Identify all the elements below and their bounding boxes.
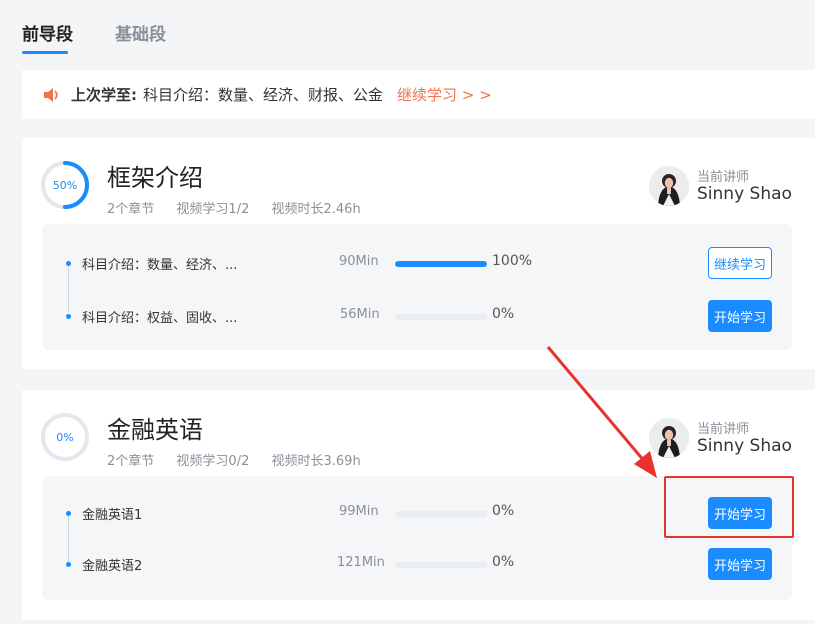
chapter-row: 科目介绍：权益、固收、... 56Min 0% 开始学习 <box>42 296 792 336</box>
progress-text: 0% <box>492 503 515 519</box>
course-meta: 2个章节 视频学习0/2 视频时长3.69h <box>107 450 379 469</box>
chapter-title[interactable]: 科目介绍：数量、经济、... <box>82 254 237 273</box>
course-card: 50% 框架介绍 2个章节 视频学习1/2 视频时长2.46h 当前讲师 Sin… <box>22 138 815 369</box>
teacher-label: 当前讲师 <box>697 422 750 437</box>
chapter-row: 金融英语2 121Min 0% 开始学习 <box>42 544 792 584</box>
active-tab-indicator <box>22 51 68 54</box>
video-duration: 视频时长3.69h <box>271 454 361 469</box>
progress-text: 0% <box>492 554 515 570</box>
progress-text: 100% <box>492 253 533 269</box>
chapters-count: 2个章节 <box>107 454 155 469</box>
speaker-icon <box>44 87 58 102</box>
tab-foundation[interactable]: 基础段 <box>115 20 166 45</box>
timeline-dot <box>66 261 71 266</box>
progress-bar <box>395 261 487 267</box>
last-study-bar: 上次学至: 科目介绍：数量、经济、财报、公金 继续学习 > > <box>22 70 815 119</box>
progress-bar-fill <box>395 261 487 267</box>
teacher-avatar <box>649 166 689 206</box>
chapter-row: 科目介绍：数量、经济、... 90Min 100% 继续学习 <box>42 243 792 283</box>
video-progress: 视频学习1/2 <box>176 202 250 217</box>
start-study-button[interactable]: 开始学习 <box>708 300 772 332</box>
chapter-list: 科目介绍：数量、经济、... 90Min 100% 继续学习 科目介绍：权益、固… <box>42 224 792 350</box>
chapter-duration: 90Min <box>339 254 379 269</box>
start-study-button[interactable]: 开始学习 <box>708 548 772 580</box>
teacher-name: Sinny Shao <box>697 436 792 456</box>
timeline-dot <box>66 562 71 567</box>
video-duration: 视频时长2.46h <box>271 202 361 217</box>
video-progress: 视频学习0/2 <box>176 454 250 469</box>
chapter-duration: 99Min <box>339 504 379 519</box>
teacher-name: Sinny Shao <box>697 184 792 204</box>
chapters-count: 2个章节 <box>107 202 155 217</box>
course-title: 框架介绍 <box>107 164 203 192</box>
course-meta: 2个章节 视频学习1/2 视频时长2.46h <box>107 198 379 217</box>
teacher-label: 当前讲师 <box>697 170 750 185</box>
timeline-dot <box>66 511 71 516</box>
highlight-box <box>664 476 794 538</box>
chapter-duration: 56Min <box>340 307 380 322</box>
chapter-title[interactable]: 科目介绍：权益、固收、... <box>82 307 237 326</box>
progress-bar <box>395 511 487 517</box>
progress-text: 0% <box>492 306 515 322</box>
tab-preparatory[interactable]: 前导段 <box>22 20 73 45</box>
tab-bar: 前导段 基础段 <box>0 0 815 60</box>
progress-bar <box>395 314 487 320</box>
continue-study-button[interactable]: 继续学习 <box>708 247 772 279</box>
progress-bar <box>395 562 487 568</box>
teacher-avatar <box>649 418 689 458</box>
last-study-label: 上次学至: <box>71 86 137 104</box>
timeline-dot <box>66 314 71 319</box>
chapter-duration: 121Min <box>337 555 385 570</box>
course-title: 金融英语 <box>107 416 203 444</box>
chapter-title[interactable]: 金融英语1 <box>82 504 142 523</box>
chapter-title[interactable]: 金融英语2 <box>82 555 142 574</box>
continue-study-link[interactable]: 继续学习 > > <box>397 84 492 105</box>
progress-percent: 0% <box>56 430 74 444</box>
progress-percent: 50% <box>52 178 78 192</box>
last-study-text: 科目介绍：数量、经济、财报、公金 <box>143 86 384 104</box>
